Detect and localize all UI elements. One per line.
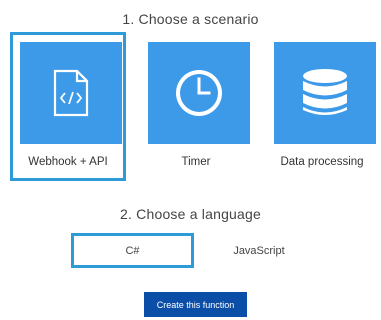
choose-language-heading: 2. Choose a language: [120, 206, 261, 222]
language-javascript-option[interactable]: JavaScript: [198, 233, 320, 268]
scenario-data-processing-tile[interactable]: [274, 42, 376, 144]
scenario-data-processing-label: Data processing: [280, 156, 364, 168]
scenario-timer-card[interactable]: Timer: [138, 32, 254, 181]
clock-icon: [176, 70, 222, 116]
scenario-timer-label: Timer: [181, 156, 211, 168]
create-function-button[interactable]: Create this function: [144, 292, 247, 317]
scenario-webhook-api-label: Webhook + API: [28, 156, 108, 168]
scenario-data-processing-card[interactable]: Data processing: [264, 32, 380, 181]
scenario-timer-tile[interactable]: [148, 42, 250, 144]
choose-scenario-heading: 1. Choose a scenario: [122, 11, 259, 27]
scenario-webhook-api-card[interactable]: Webhook + API: [10, 32, 126, 181]
language-csharp-option[interactable]: C#: [71, 233, 194, 268]
scenario-webhook-api-tile[interactable]: [20, 42, 122, 144]
code-file-icon: [53, 69, 89, 117]
database-icon: [303, 69, 347, 115]
